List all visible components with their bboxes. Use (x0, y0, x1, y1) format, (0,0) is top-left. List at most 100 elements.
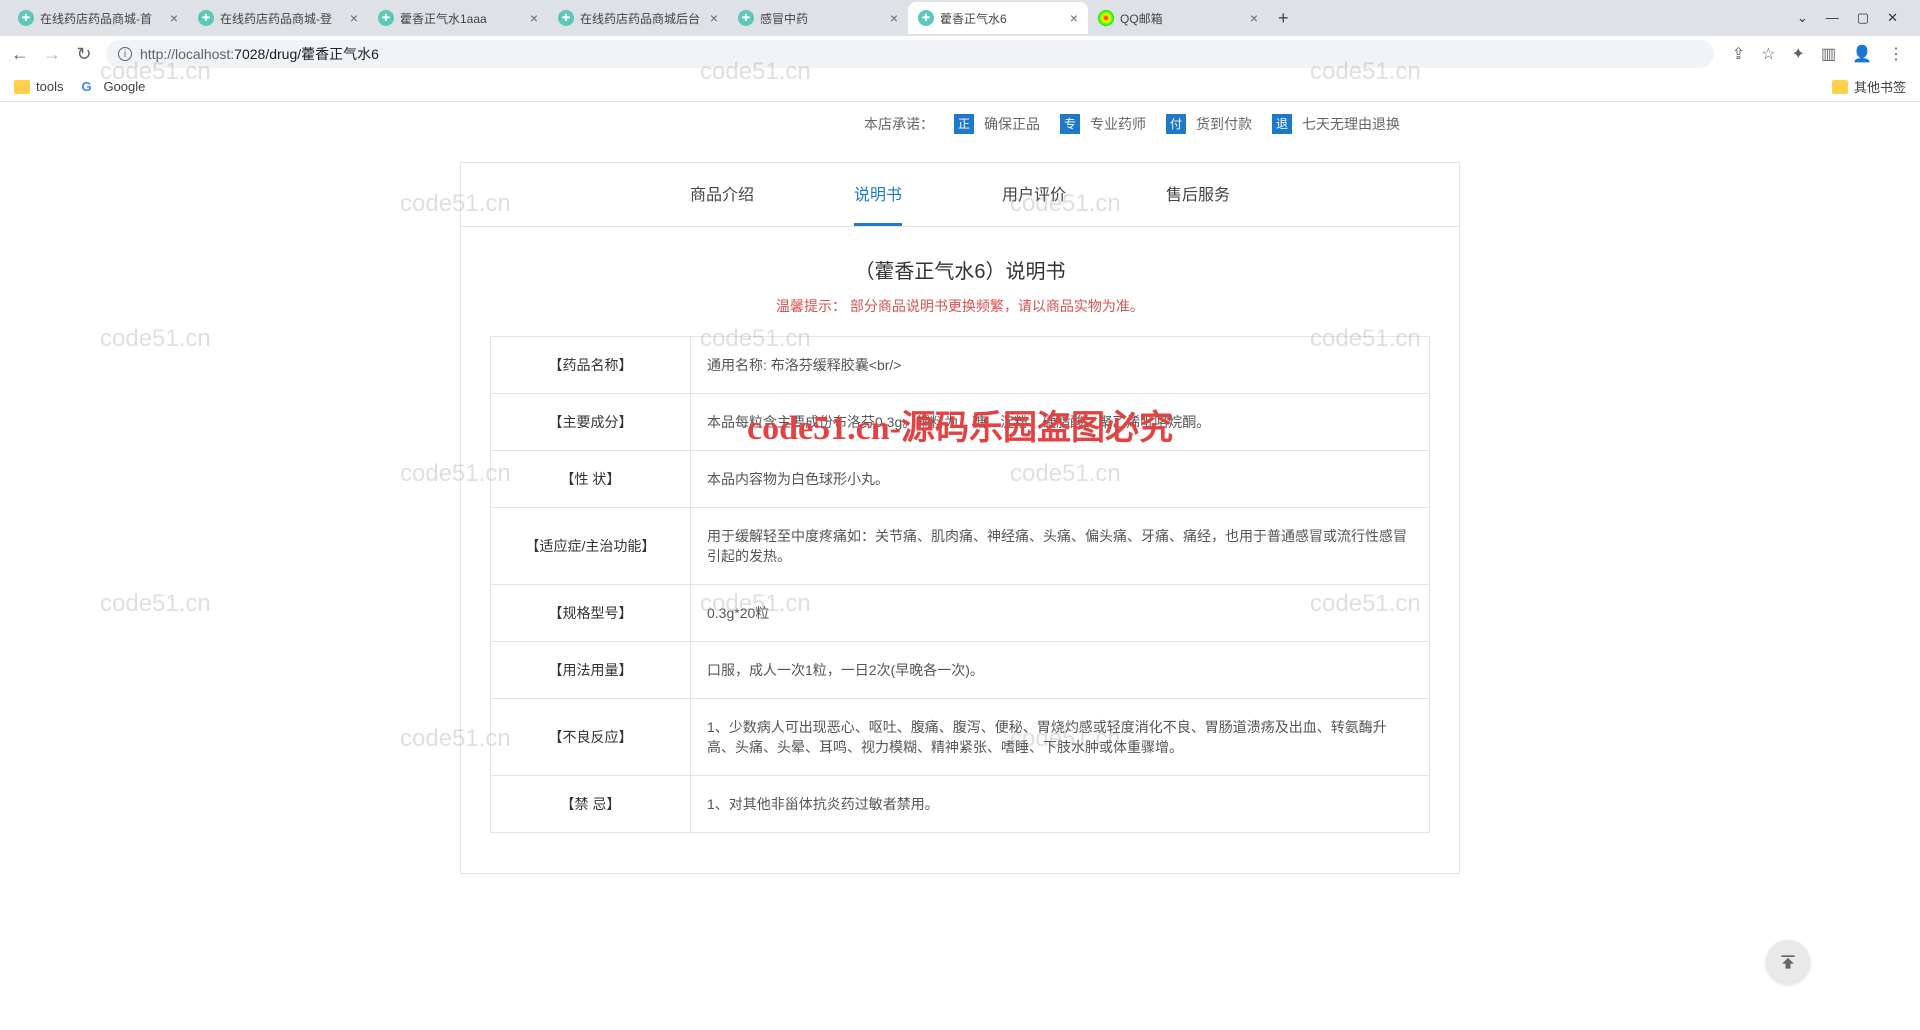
browser-tab[interactable]: QQ邮箱 × (1088, 2, 1268, 34)
table-row: 【主要成分】本品每粒含主要成份布洛芬0.3g。辅料为：糖、淀粉、硬脂酸、聚乙烯吡… (491, 394, 1430, 451)
table-row: 【用法用量】口服，成人一次1粒，一日2次(早晚各一次)。 (491, 642, 1430, 699)
url-input[interactable]: i http://localhost:7028/drug/藿香正气水6 (106, 40, 1714, 68)
spec-key: 【药品名称】 (491, 337, 691, 394)
close-icon[interactable]: × (530, 10, 538, 26)
bookmark-star-icon[interactable]: ☆ (1761, 44, 1775, 64)
google-icon: G (81, 79, 97, 95)
arrow-up-icon (1778, 952, 1798, 972)
back-button[interactable]: ← (10, 44, 30, 65)
folder-icon (14, 80, 30, 94)
favicon-icon: ✚ (198, 10, 214, 26)
content-tabs: 商品介绍 说明书 用户评价 售后服务 (461, 163, 1459, 227)
site-info-icon[interactable]: i (118, 47, 132, 61)
address-bar: ← → ↻ i http://localhost:7028/drug/藿香正气水… (0, 36, 1920, 72)
bookmarks-bar: tools G Google 其他书签 (0, 72, 1920, 102)
close-icon[interactable]: × (170, 10, 178, 26)
close-icon[interactable]: × (890, 10, 898, 26)
table-row: 【禁 忌】1、对其他非甾体抗炎药过敏者禁用。 (491, 776, 1430, 833)
content-box: 商品介绍 说明书 用户评价 售后服务 （藿香正气水6）说明书 温馨提示： 部分商… (460, 162, 1460, 874)
url-path: 7028/drug/藿香正气水6 (234, 44, 379, 64)
browser-tab[interactable]: ✚感冒中药× (728, 2, 908, 34)
bookmark-label: Google (103, 79, 145, 94)
store-promise-row: 本店承诺： 正确保正品 专专业药师 付货到付款 退七天无理由退换 (460, 102, 1460, 152)
table-row: 【不良反应】1、少数病人可出现恶心、呕吐、腹痛、腹泻、便秘、胃烧灼感或轻度消化不… (491, 699, 1430, 776)
close-icon[interactable]: × (1250, 10, 1258, 26)
minimize-button[interactable]: — (1826, 10, 1839, 26)
profile-icon[interactable]: 👤 (1852, 44, 1872, 64)
favicon-icon: ✚ (558, 10, 574, 26)
spec-val: 本品每粒含主要成份布洛芬0.3g。辅料为：糖、淀粉、硬脂酸、聚乙烯吡咯烷酮。 (691, 394, 1430, 451)
promise-badge: 付 (1166, 114, 1186, 134)
tab-instructions[interactable]: 说明书 (854, 163, 902, 226)
tab-reviews[interactable]: 用户评价 (1002, 163, 1066, 226)
new-tab-button[interactable]: + (1268, 8, 1299, 29)
sidepanel-icon[interactable]: ▥ (1821, 44, 1836, 64)
browser-tab[interactable]: ✚ 藿香正气水1aaa × (368, 2, 548, 34)
browser-tab[interactable]: ✚在线药店药品商城-首× (8, 2, 188, 34)
tab-aftersale[interactable]: 售后服务 (1166, 163, 1230, 226)
spec-val: 用于缓解轻至中度疼痛如：关节痛、肌肉痛、神经痛、头痛、偏头痛、牙痛、痛经，也用于… (691, 508, 1430, 585)
browser-tab[interactable]: ✚ 在线药店药品商城-登 × (188, 2, 368, 34)
maximize-button[interactable]: ▢ (1857, 10, 1869, 26)
close-icon[interactable]: × (710, 10, 718, 26)
promise-badge: 正 (954, 114, 974, 134)
forward-button[interactable]: → (42, 44, 62, 65)
tab-title: 藿香正气水1aaa (400, 10, 524, 27)
window-controls: ⌄ — ▢ ✕ (1783, 10, 1912, 26)
bookmark-tools[interactable]: tools (14, 79, 63, 94)
spec-key: 【禁 忌】 (491, 776, 691, 833)
addr-actions: ⇪ ☆ ✦ ▥ 👤 ⋮ (1726, 44, 1910, 64)
tab-title: 在线药店药品商城-登 (220, 10, 344, 27)
favicon-icon: ✚ (18, 10, 34, 26)
tab-intro[interactable]: 商品介绍 (690, 163, 754, 226)
bookmark-label: tools (36, 79, 63, 94)
close-icon[interactable]: × (1070, 10, 1078, 26)
extensions-icon[interactable]: ✦ (1792, 44, 1805, 64)
instructions-title: （藿香正气水6）说明书 (461, 227, 1459, 296)
spec-val: 通用名称: 布洛芬缓释胶囊<br/> (691, 337, 1430, 394)
spec-key: 【用法用量】 (491, 642, 691, 699)
spec-key: 【规格型号】 (491, 585, 691, 642)
spec-table: 【药品名称】通用名称: 布洛芬缓释胶囊<br/> 【主要成分】本品每粒含主要成份… (490, 336, 1430, 833)
tips-text: 温馨提示： 部分商品说明书更换频繁，请以商品实物为准。 (461, 296, 1459, 336)
favicon-icon: ✚ (918, 10, 934, 26)
spec-val: 1、对其他非甾体抗炎药过敏者禁用。 (691, 776, 1430, 833)
spec-val: 口服，成人一次1粒，一日2次(早晚各一次)。 (691, 642, 1430, 699)
promise-text: 七天无理由退换 (1302, 114, 1400, 134)
spec-key: 【主要成分】 (491, 394, 691, 451)
menu-icon[interactable]: ⋮ (1888, 44, 1904, 64)
browser-tab[interactable]: ✚ 在线药店药品商城后台 × (548, 2, 728, 34)
bookmark-label: 其他书签 (1854, 77, 1906, 96)
table-row: 【性 状】本品内容物为白色球形小丸。 (491, 451, 1430, 508)
reload-button[interactable]: ↻ (74, 44, 94, 65)
spec-val: 1、少数病人可出现恶心、呕吐、腹痛、腹泻、便秘、胃烧灼感或轻度消化不良、胃肠道溃… (691, 699, 1430, 776)
tab-title: QQ邮箱 (1120, 10, 1244, 27)
spec-val: 0.3g*20粒 (691, 585, 1430, 642)
promise-label: 本店承诺： (864, 114, 934, 134)
tab-strip: ✚在线药店药品商城-首× ✚ 在线药店药品商城-登 × ✚ 藿香正气水1aaa × ✚ 在… (0, 0, 1920, 36)
promise-text: 确保正品 (984, 114, 1040, 134)
favicon-icon: ✚ (378, 10, 394, 26)
close-icon[interactable]: × (350, 10, 358, 26)
url-host: http://localhost: (140, 46, 234, 62)
favicon-icon (1098, 10, 1114, 26)
spec-key: 【适应症/主治功能】 (491, 508, 691, 585)
spec-key: 【性 状】 (491, 451, 691, 508)
back-to-top-button[interactable] (1766, 940, 1810, 984)
browser-chrome: ✚在线药店药品商城-首× ✚ 在线药店药品商城-登 × ✚ 藿香正气水1aaa × ✚ 在… (0, 0, 1920, 102)
favicon-icon: ✚ (738, 10, 754, 26)
spec-val: 本品内容物为白色球形小丸。 (691, 451, 1430, 508)
page-viewport[interactable]: 本店承诺： 正确保正品 专专业药师 付货到付款 退七天无理由退换 商品介绍 说明… (0, 102, 1920, 1030)
spec-key: 【不良反应】 (491, 699, 691, 776)
tab-dropdown-icon[interactable]: ⌄ (1797, 10, 1808, 26)
bookmark-google[interactable]: G Google (81, 79, 145, 95)
tab-title: 在线药店药品商城后台 (580, 10, 704, 27)
window-close-button[interactable]: ✕ (1887, 10, 1898, 26)
browser-tab-active[interactable]: ✚ 藿香正气水6 × (908, 2, 1088, 34)
tab-title: 藿香正气水6 (940, 10, 1064, 27)
share-icon[interactable]: ⇪ (1732, 44, 1745, 64)
table-row: 【药品名称】通用名称: 布洛芬缓释胶囊<br/> (491, 337, 1430, 394)
bookmark-others[interactable]: 其他书签 (1832, 77, 1906, 96)
promise-badge: 专 (1060, 114, 1080, 134)
promise-text: 货到付款 (1196, 114, 1252, 134)
